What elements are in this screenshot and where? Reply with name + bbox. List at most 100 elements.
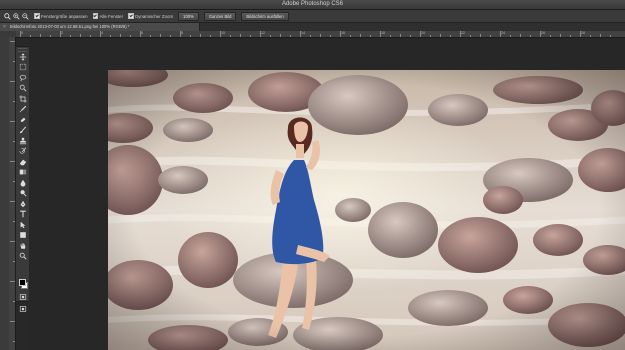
toolbox-strip (0, 37, 9, 350)
gradient-tool-icon (19, 168, 27, 176)
clone-stamp-tool-icon (19, 137, 27, 145)
zoom-in-icon[interactable] (13, 12, 20, 20)
ruler-minor-tick (120, 34, 121, 37)
ruler-minor-tick (570, 35, 571, 37)
crop-tool-button[interactable] (18, 94, 28, 103)
checkbox-box[interactable] (34, 13, 40, 19)
move-tool-button[interactable] (18, 52, 28, 61)
zoom-tool-button[interactable] (18, 252, 28, 261)
lasso-tool-button[interactable] (18, 73, 28, 82)
ruler-minor-tick (270, 35, 271, 37)
ruler-minor-tick (80, 34, 81, 37)
document-tab[interactable]: × Bildschirmfoto 2013-07-03 um 12.59.51.… (0, 23, 200, 31)
quick-mask-button[interactable] (18, 292, 28, 301)
marquee-tool-button[interactable] (18, 63, 28, 72)
ruler-minor-tick (550, 35, 551, 37)
healing-brush-tool-button[interactable] (18, 115, 28, 124)
shape-tool-button[interactable] (18, 231, 28, 240)
fill-screen-button[interactable]: Bildschirm ausfüllen (241, 11, 289, 21)
ruler-minor-tick (200, 34, 201, 37)
resize-windows-checkbox[interactable]: Fenstergröße anpassen (34, 13, 88, 19)
blur-tool-button[interactable] (18, 178, 28, 187)
checkbox-label: Dynamischer Zoom (135, 13, 174, 19)
eraser-tool-icon (19, 158, 27, 166)
ruler-minor-tick (210, 35, 211, 37)
all-windows-checkbox[interactable]: Alle Fenster (92, 13, 124, 19)
type-tool-button[interactable] (18, 210, 28, 219)
ruler-label: 22 (461, 31, 465, 35)
app-title: Adobe Photoshop CS6 (281, 1, 344, 7)
ruler-minor-tick (480, 34, 481, 37)
ruler-minor-tick (130, 35, 131, 37)
eraser-tool-button[interactable] (18, 157, 28, 166)
ruler-minor-tick (440, 34, 441, 37)
healing-brush-tool-icon (19, 116, 27, 124)
clone-stamp-tool-button[interactable] (18, 136, 28, 145)
document-canvas[interactable] (108, 70, 625, 350)
tab-bar-empty (200, 23, 625, 31)
ruler-label: 24 (501, 31, 505, 35)
checkbox-box[interactable] (92, 13, 99, 19)
screen-mode-button[interactable] (18, 304, 28, 313)
quick-select-tool-button[interactable] (18, 84, 28, 93)
ruler-minor-tick (350, 35, 351, 37)
move-tool-icon (19, 53, 27, 61)
document-tab-title: Bildschirmfoto 2013-07-03 um 12.59.51.pn… (10, 24, 130, 29)
path-select-tool-button[interactable] (18, 220, 28, 229)
hand-tool-button[interactable] (18, 241, 28, 250)
ruler-minor-tick (490, 35, 491, 37)
ruler-minor-tick (390, 35, 391, 37)
ruler-label: 10 (221, 31, 225, 35)
ruler-minor-tick (470, 35, 471, 37)
ruler-minor-tick (30, 35, 31, 37)
ruler-label: 8 (181, 31, 183, 35)
ruler-minor-tick (170, 35, 171, 37)
ruler-label: 0 (21, 31, 23, 35)
ruler-minor-tick (250, 35, 251, 37)
ruler-label: 2 (61, 31, 63, 35)
history-brush-tool-icon (19, 147, 27, 155)
ruler-tick (10, 321, 15, 322)
ruler-minor-tick (510, 35, 511, 37)
horizontal-ruler[interactable]: 0 2 4 6 8 10 12 14 16 18 20 22 24 26 28 (16, 31, 625, 38)
foreground-color-swatch[interactable] (19, 279, 26, 286)
ruler-minor-tick (110, 35, 111, 37)
ruler-minor-tick (70, 35, 71, 37)
ruler-label: 26 (541, 31, 545, 35)
zoom-out-icon[interactable] (22, 12, 29, 20)
zoom-icon[interactable] (4, 12, 11, 20)
fit-screen-button[interactable]: Ganzes Bild (203, 11, 237, 21)
ruler-minor-tick (90, 35, 91, 37)
checkbox-box[interactable] (128, 13, 134, 19)
shape-tool-icon (19, 231, 27, 239)
ruler-label: 28 (581, 31, 585, 35)
ruler-minor-tick (280, 34, 281, 37)
ruler-minor-tick (430, 35, 431, 37)
brush-tool-button[interactable] (18, 126, 28, 135)
ruler-minor-tick (450, 35, 451, 37)
pen-tool-icon (19, 200, 27, 208)
ruler-minor-tick (590, 35, 591, 37)
dodge-tool-icon (19, 189, 27, 197)
checkbox-label: Alle Fenster (99, 13, 124, 19)
crop-tool-icon (18, 94, 27, 103)
pen-tool-button[interactable] (18, 199, 28, 208)
ruler-minor-tick (160, 34, 161, 37)
type-tool-icon (19, 210, 27, 218)
eyedropper-tool-button[interactable] (18, 105, 28, 114)
scrubby-zoom-checkbox[interactable]: Dynamischer Zoom (128, 13, 173, 19)
actual-pixels-button[interactable]: 100% (178, 11, 199, 21)
zoom-tool-preset[interactable] (4, 12, 29, 20)
gradient-tool-button[interactable] (18, 168, 28, 177)
ruler-label: 4 (101, 31, 103, 35)
ruler-minor-tick (230, 35, 231, 37)
close-icon[interactable]: × (3, 23, 6, 31)
zoom-tool-icon (19, 252, 27, 260)
dodge-tool-button[interactable] (18, 189, 28, 198)
history-brush-tool-button[interactable] (18, 147, 28, 156)
ruler-minor-tick (410, 35, 411, 37)
blur-tool-icon (19, 179, 27, 187)
ruler-minor-tick (520, 34, 521, 37)
ruler-label: 18 (381, 31, 385, 35)
ruler-minor-tick (560, 34, 561, 37)
